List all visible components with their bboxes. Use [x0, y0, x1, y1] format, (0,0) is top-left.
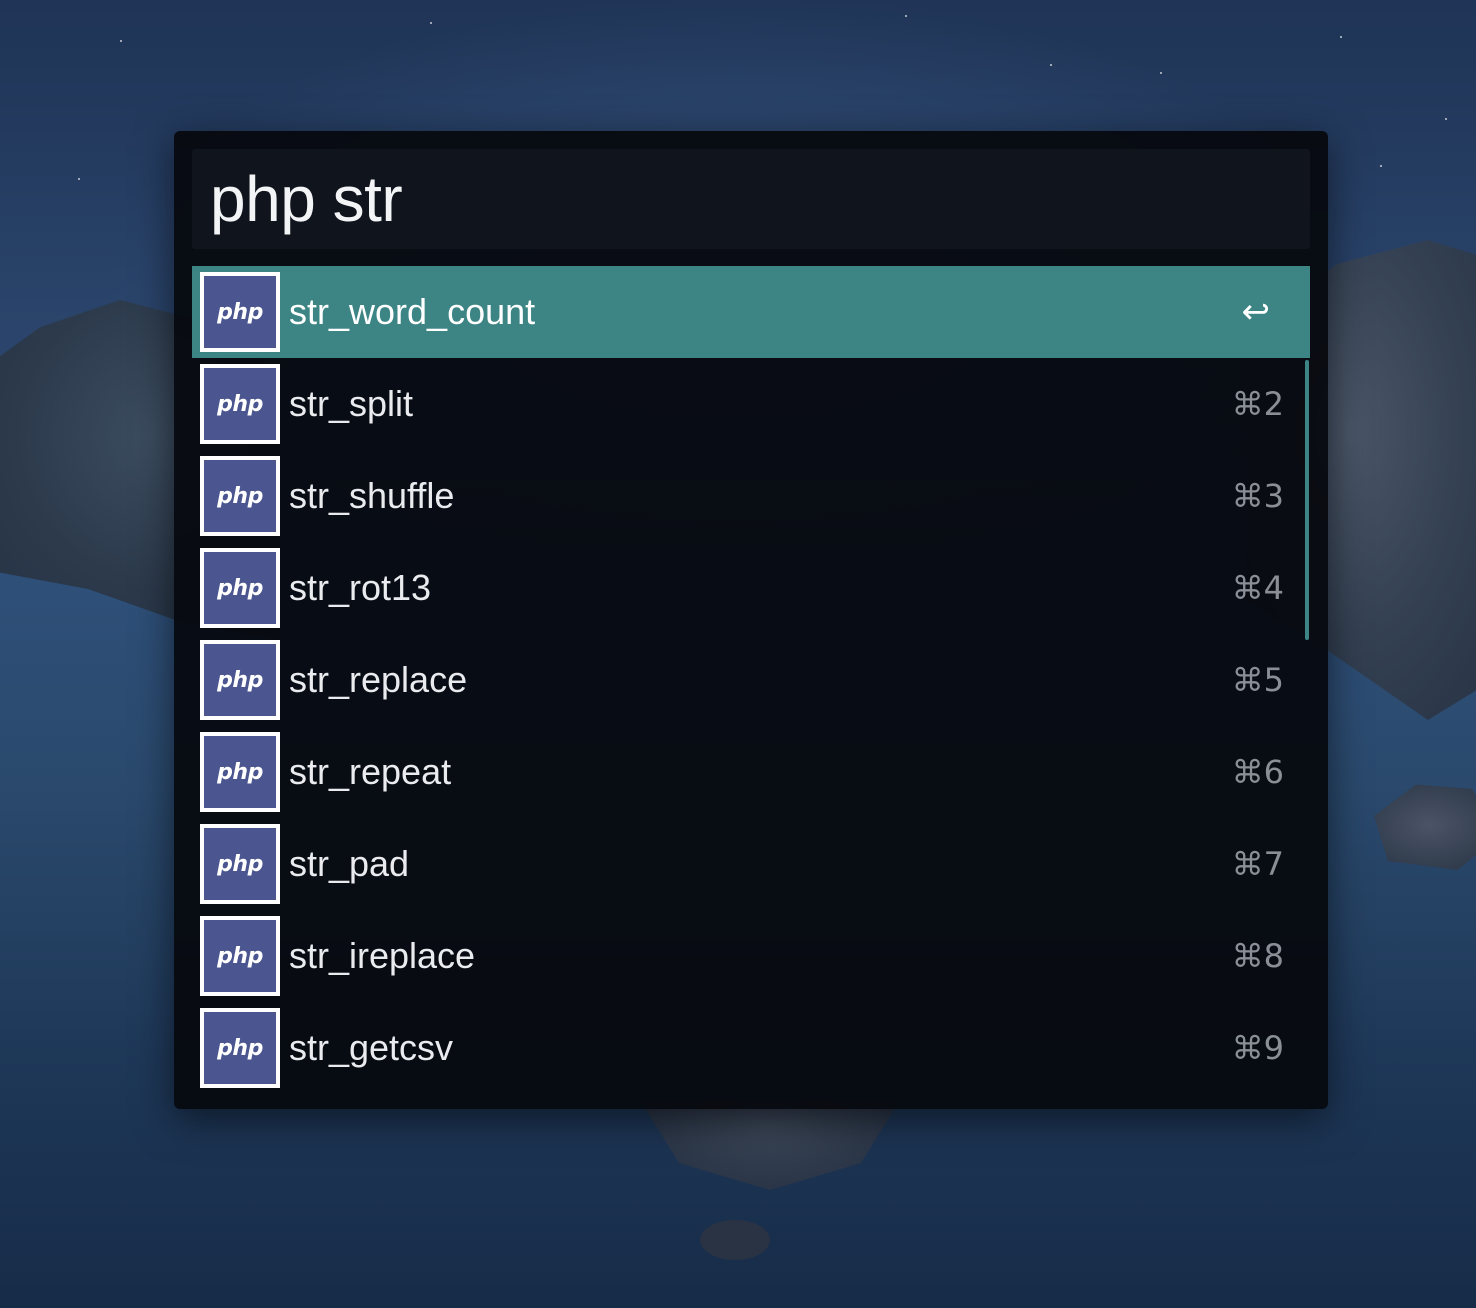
- result-row-str-ireplace[interactable]: php str_ireplace ⌘8: [192, 910, 1310, 1002]
- result-title: str_replace: [289, 659, 468, 700]
- php-icon-label: php: [217, 943, 263, 969]
- star: [1160, 72, 1162, 74]
- php-icon: php: [200, 1008, 280, 1088]
- result-row-str-split[interactable]: php str_split ⌘2: [192, 358, 1310, 450]
- result-title: str_pad: [289, 843, 410, 884]
- result-title: str_word_count: [289, 291, 536, 332]
- result-title: str_split: [289, 383, 414, 424]
- result-row-str-replace[interactable]: php str_replace ⌘5: [192, 634, 1310, 726]
- result-title: str_getcsv: [289, 1027, 454, 1068]
- star: [430, 22, 432, 24]
- php-icon-badge: php: [204, 736, 276, 808]
- php-icon-badge: php: [204, 276, 276, 348]
- result-shortcut: ⌘2: [1231, 385, 1284, 423]
- result-row-str-pad[interactable]: php str_pad ⌘7: [192, 818, 1310, 910]
- php-icon-label: php: [217, 1035, 263, 1061]
- star: [120, 40, 122, 42]
- result-shortcut: ⌘9: [1231, 1029, 1284, 1067]
- php-icon-label: php: [217, 667, 263, 693]
- php-icon: php: [200, 916, 280, 996]
- php-icon: php: [200, 272, 280, 352]
- php-icon-label: php: [217, 483, 263, 509]
- php-icon-label: php: [217, 851, 263, 877]
- php-icon-badge: php: [204, 828, 276, 900]
- php-icon-label: php: [217, 575, 263, 601]
- star: [1380, 165, 1382, 167]
- result-title: str_ireplace: [289, 935, 476, 976]
- php-icon-badge: php: [204, 644, 276, 716]
- result-shortcut: ⌘5: [1231, 661, 1284, 699]
- php-icon-badge: php: [204, 920, 276, 992]
- result-row-str-repeat[interactable]: php str_repeat ⌘6: [192, 726, 1310, 818]
- php-icon-badge: php: [204, 368, 276, 440]
- wallpaper-rock-bottom: [700, 1220, 770, 1260]
- results-scrollbar[interactable]: [1305, 360, 1309, 640]
- result-row-str-getcsv[interactable]: php str_getcsv ⌘9: [192, 1002, 1310, 1094]
- search-input[interactable]: php str: [192, 149, 1310, 249]
- search-query-text[interactable]: php str: [210, 159, 403, 239]
- php-icon-badge: php: [204, 552, 276, 624]
- php-icon: php: [200, 732, 280, 812]
- launcher-window: php str php str_word_count ↩ php str_spl…: [174, 131, 1328, 1109]
- star: [78, 178, 80, 180]
- results-list: php str_word_count ↩ php str_split ⌘2 ph…: [192, 266, 1310, 1094]
- php-icon-label: php: [217, 759, 263, 785]
- php-icon: php: [200, 548, 280, 628]
- star: [1445, 118, 1447, 120]
- php-icon: php: [200, 824, 280, 904]
- php-icon: php: [200, 456, 280, 536]
- php-icon-badge: php: [204, 1012, 276, 1084]
- php-icon-badge: php: [204, 460, 276, 532]
- star: [1050, 64, 1052, 66]
- result-row-str-word-count[interactable]: php str_word_count ↩: [192, 266, 1310, 358]
- php-icon: php: [200, 364, 280, 444]
- result-title: str_repeat: [289, 751, 452, 792]
- result-title: str_rot13: [289, 567, 432, 608]
- result-row-str-shuffle[interactable]: php str_shuffle ⌘3: [192, 450, 1310, 542]
- result-row-str-rot13[interactable]: php str_rot13 ⌘4: [192, 542, 1310, 634]
- result-shortcut: ⌘6: [1231, 753, 1284, 791]
- star: [1340, 36, 1342, 38]
- return-key-icon: ↩: [1241, 292, 1271, 332]
- result-shortcut: ⌘4: [1231, 569, 1284, 607]
- result-title: str_shuffle: [289, 475, 455, 516]
- result-shortcut: ⌘8: [1231, 937, 1284, 975]
- star: [905, 15, 907, 17]
- result-shortcut: ⌘3: [1231, 477, 1284, 515]
- result-shortcut: ⌘7: [1231, 845, 1284, 883]
- php-icon-label: php: [217, 299, 263, 325]
- php-icon: php: [200, 640, 280, 720]
- php-icon-label: php: [217, 391, 263, 417]
